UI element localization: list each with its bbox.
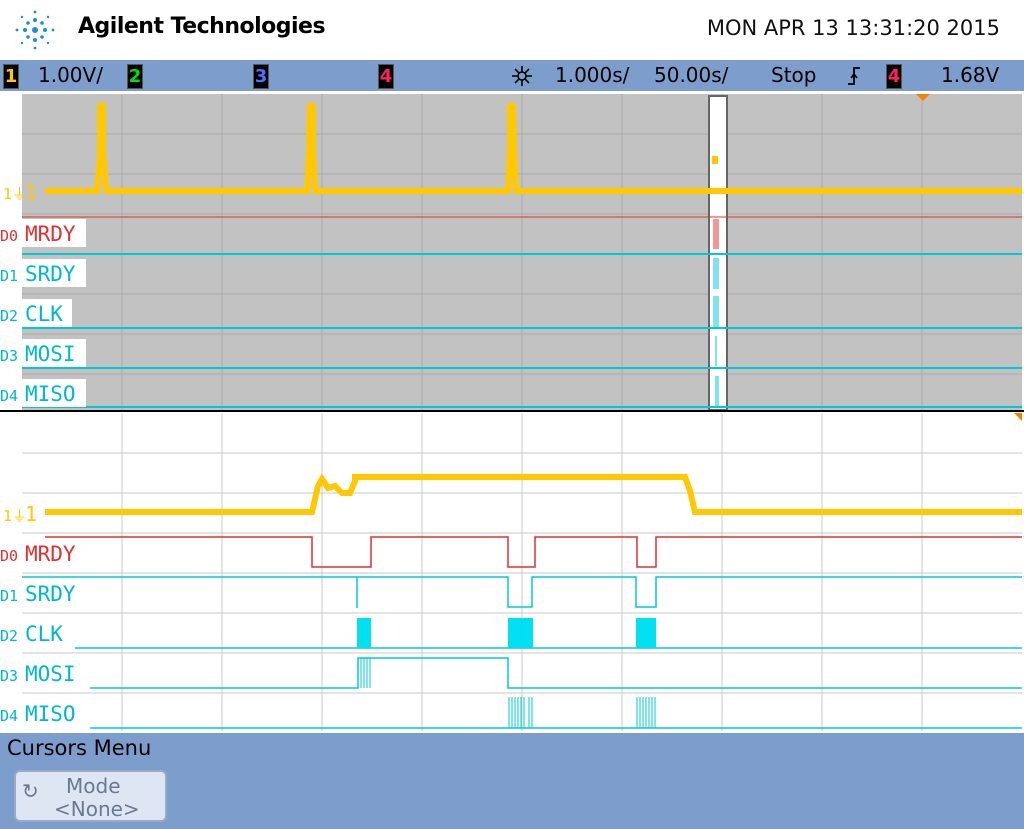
svg-text:D0: D0 [0, 547, 18, 565]
date-time: MON APR 13 13:31:20 2015 [706, 16, 1000, 40]
channel-1-ground-marker: 1⏚ [3, 185, 27, 203]
svg-text:D2: D2 [0, 627, 18, 645]
svg-text:D1: D1 [0, 587, 18, 605]
timebase-delay: 1.000ѕ/ [555, 63, 630, 87]
trigger-edge-icon [848, 67, 860, 85]
status-bar: 1 1.00V/ 2 3 4 1.000ѕ/ 50.00ѕ/ Stop 4 1.… [0, 60, 1024, 91]
header-bar: Agilent Technologies MON APR 13 13:31:20… [0, 0, 1024, 60]
d1-label-main: SRDY [25, 262, 76, 286]
scope-graticule: 1 1⏚ MRDY SRDY CLK MOSI MISO D0 D1 D2 D3… [0, 91, 1024, 731]
mode-softkey-value: <None> [54, 797, 140, 821]
d3-label-zoom: MOSI [25, 662, 76, 686]
svg-text:D3: D3 [0, 347, 18, 365]
d4-label-zoom: MISO [25, 702, 76, 726]
d0-label-zoom: MRDY [25, 542, 76, 566]
mode-softkey[interactable]: ↻ Mode <None> [14, 770, 167, 822]
timebase-icon [512, 66, 532, 86]
d2-label-zoom: CLK [25, 622, 63, 646]
d4-label-main: MISO [25, 382, 76, 406]
softkey-menu-bar: Cursors Menu ↻ Mode <None> [0, 733, 1024, 829]
svg-text:D0: D0 [0, 227, 18, 245]
d1-label-zoom: SRDY [25, 582, 76, 606]
brand-name: Agilent Technologies [78, 14, 326, 39]
agilent-logo-icon [15, 10, 55, 50]
svg-text:D4: D4 [0, 707, 18, 725]
channel-4-indicator[interactable]: 4 [378, 64, 394, 89]
trigger-source-indicator[interactable]: 4 [886, 64, 902, 89]
run-state: Stop [771, 63, 817, 87]
channel-3-indicator[interactable]: 3 [253, 64, 269, 89]
menu-title: Cursors Menu [7, 736, 152, 760]
d3-label-main: MOSI [25, 342, 76, 366]
channel-1-scale: 1.00V/ [38, 63, 103, 87]
channel-1-indicator[interactable]: 1 [3, 64, 19, 89]
timebase-scale: 50.00ѕ/ [654, 63, 729, 87]
channel-1-ground-marker-zoom: 1⏚ [3, 507, 27, 525]
svg-text:D2: D2 [0, 307, 18, 325]
d0-label-main: MRDY [25, 222, 76, 246]
svg-text:D4: D4 [0, 387, 18, 405]
rotate-knob-icon: ↻ [22, 781, 39, 803]
svg-text:D3: D3 [0, 667, 18, 685]
digital-tags-zoom: D0 D1 D2 D3 D4 [0, 547, 18, 725]
mode-softkey-label: Mode [66, 774, 121, 798]
channel-2-indicator[interactable]: 2 [127, 64, 143, 89]
waveform-display: 1 1⏚ MRDY SRDY CLK MOSI MISO D0 D1 D2 D3… [0, 91, 1024, 733]
trigger-level: 1.68V [941, 63, 1000, 87]
svg-text:D1: D1 [0, 267, 18, 285]
d2-label-main: CLK [25, 302, 63, 326]
